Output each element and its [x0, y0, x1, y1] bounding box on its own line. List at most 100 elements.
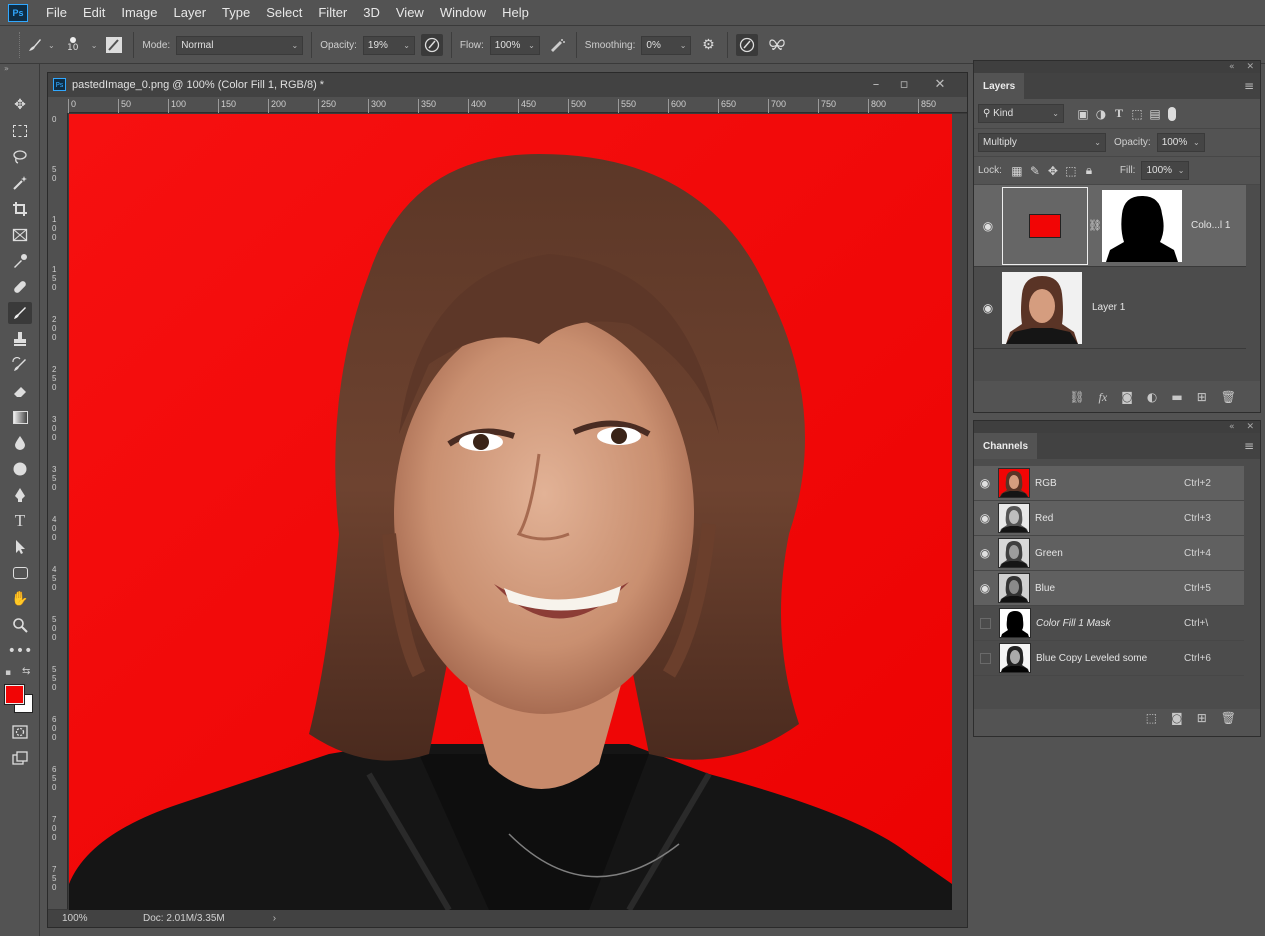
eye-icon[interactable]: ◉	[974, 581, 996, 595]
new-group-folder-icon[interactable]: ▬	[1171, 390, 1182, 404]
menu-edit[interactable]: Edit	[75, 5, 113, 20]
lock-position-icon[interactable]: ✥	[1044, 162, 1062, 180]
new-channel-icon[interactable]: ⊞	[1197, 711, 1207, 725]
dodge-tool-icon[interactable]	[8, 458, 32, 480]
hand-tool-icon[interactable]: ✋	[8, 588, 32, 610]
mode-select[interactable]: Normal ⌄	[176, 35, 304, 55]
panel-menu-icon[interactable]: ≡	[1244, 439, 1254, 453]
layer-opacity-field[interactable]: 100% ⌄	[1156, 133, 1205, 152]
filter-pixel-icon[interactable]: ▣	[1074, 105, 1092, 123]
filter-smart-object-icon[interactable]: ▤	[1146, 105, 1164, 123]
brush-tool-icon[interactable]	[8, 302, 32, 324]
layer-name[interactable]: Layer 1	[1092, 302, 1125, 313]
minimize-icon[interactable]: –	[866, 75, 886, 93]
visibility-checkbox[interactable]	[980, 617, 991, 629]
layer-thumbnail[interactable]	[1002, 271, 1082, 344]
menu-image[interactable]: Image	[113, 5, 165, 20]
trash-icon[interactable]: 🗑︎	[1221, 711, 1236, 725]
menu-layer[interactable]: Layer	[166, 5, 215, 20]
eye-icon[interactable]: ◉	[974, 511, 996, 525]
screen-mode-icon[interactable]	[8, 747, 32, 769]
layer-name[interactable]: Colo...l 1	[1191, 220, 1230, 231]
default-colors-icon[interactable]: ▪	[5, 668, 11, 678]
brush-size-picker[interactable]: 10	[63, 37, 83, 53]
image-canvas[interactable]	[69, 114, 952, 910]
menu-window[interactable]: Window	[432, 5, 494, 20]
flow-field[interactable]: 100% ⌄	[489, 35, 540, 55]
history-brush-tool-icon[interactable]	[8, 354, 32, 376]
channel-row-red[interactable]: ◉ Red Ctrl+3	[974, 501, 1244, 536]
type-tool-icon[interactable]: T	[8, 510, 32, 532]
fill-field[interactable]: 100% ⌄	[1141, 161, 1190, 180]
panel-menu-icon[interactable]: ≡	[1244, 79, 1254, 93]
link-icon[interactable]: ⛓	[1088, 219, 1102, 232]
channel-row-blue[interactable]: ◉ Blue Ctrl+5	[974, 571, 1244, 606]
clone-stamp-tool-icon[interactable]	[8, 328, 32, 350]
maximize-icon[interactable]: ▫	[894, 75, 914, 93]
pen-tool-icon[interactable]	[8, 484, 32, 506]
close-icon[interactable]: ✕	[1246, 62, 1254, 72]
close-icon[interactable]: ✕	[1246, 422, 1254, 432]
eye-icon[interactable]: ◉	[974, 546, 996, 560]
symmetry-butterfly-icon[interactable]	[766, 34, 788, 56]
menu-select[interactable]: Select	[258, 5, 310, 20]
menu-filter[interactable]: Filter	[310, 5, 355, 20]
ruler-origin[interactable]	[48, 97, 68, 113]
filter-kind-select[interactable]: ⚲ Kind ⌄	[978, 104, 1064, 123]
collapse-icon[interactable]: «	[1229, 422, 1235, 432]
marquee-tool-icon[interactable]	[8, 120, 32, 142]
tab-channels[interactable]: Channels	[974, 433, 1038, 459]
smoothing-field[interactable]: 0% ⌄	[641, 35, 692, 55]
zoom-level[interactable]: 100%	[48, 913, 103, 924]
eye-icon[interactable]: ◉	[974, 219, 1002, 233]
channel-row-rgb[interactable]: ◉ RGB Ctrl+2	[974, 466, 1244, 501]
channel-row-blue-copy[interactable]: Blue Copy Leveled some Ctrl+6	[974, 641, 1244, 676]
channel-row-color-fill-mask[interactable]: Color Fill 1 Mask Ctrl+\	[974, 606, 1244, 641]
gradient-tool-icon[interactable]	[8, 406, 32, 428]
lock-image-icon[interactable]: ✎	[1026, 162, 1044, 180]
tab-layers[interactable]: Layers	[974, 73, 1025, 99]
path-selection-tool-icon[interactable]	[8, 536, 32, 558]
filter-toggle[interactable]	[1168, 106, 1176, 121]
layer-row-layer-1[interactable]: ◉ Layer 1	[974, 267, 1246, 349]
quick-mask-icon[interactable]	[8, 721, 32, 743]
gear-icon[interactable]: ⚙	[697, 34, 719, 56]
visibility-checkbox[interactable]	[980, 652, 991, 664]
lock-transparent-icon[interactable]: ▦	[1008, 162, 1026, 180]
link-layers-icon[interactable]: ⛓	[1069, 390, 1084, 404]
zoom-tool-icon[interactable]	[8, 614, 32, 636]
frame-tool-icon[interactable]	[8, 224, 32, 246]
brush-settings-panel-icon[interactable]	[103, 34, 125, 56]
chevron-down-icon[interactable]: ⌄	[48, 41, 55, 50]
menu-help[interactable]: Help	[494, 5, 537, 20]
eye-icon[interactable]: ◉	[974, 476, 996, 490]
fill-layer-thumbnail[interactable]	[1002, 186, 1088, 265]
brush-preset-icon[interactable]	[24, 34, 46, 56]
load-selection-icon[interactable]: ⬚	[1146, 711, 1157, 725]
lasso-tool-icon[interactable]	[8, 146, 32, 168]
layer-row-color-fill[interactable]: ◉ ⛓ Colo...l 1	[974, 185, 1246, 267]
lock-all-icon[interactable]: 🔒︎	[1080, 162, 1098, 180]
swap-colors-icon[interactable]: ⇆	[22, 666, 30, 677]
menu-3d[interactable]: 3D	[355, 5, 388, 20]
panel-collapse-bar[interactable]: «✕	[974, 61, 1260, 73]
vertical-scrollbar[interactable]	[952, 114, 967, 910]
move-tool-icon[interactable]: ✥	[8, 94, 32, 116]
vertical-ruler[interactable]: 0 50 100 150 200 250 300 350 400 450 500 550 600 650 7…	[48, 113, 68, 909]
menu-view[interactable]: View	[388, 5, 432, 20]
trash-icon[interactable]: 🗑︎	[1221, 390, 1236, 404]
lock-artboard-icon[interactable]: ⬚	[1062, 162, 1080, 180]
channel-row-green[interactable]: ◉ Green Ctrl+4	[974, 536, 1244, 571]
layer-style-fx-icon[interactable]: fx	[1099, 390, 1108, 405]
menu-file[interactable]: File	[38, 5, 75, 20]
chevron-down-icon[interactable]: ⌄	[91, 41, 98, 50]
menu-type[interactable]: Type	[214, 5, 258, 20]
chevron-right-icon[interactable]: ›	[273, 913, 276, 924]
opacity-field[interactable]: 19% ⌄	[362, 35, 415, 55]
airbrush-icon[interactable]	[546, 34, 568, 56]
layer-mask-thumbnail[interactable]	[1102, 189, 1182, 262]
eye-icon[interactable]: ◉	[974, 301, 1002, 315]
save-selection-icon[interactable]: ◙	[1171, 711, 1183, 725]
pressure-opacity-icon[interactable]	[420, 34, 443, 56]
panel-collapse-bar[interactable]: «✕	[974, 421, 1260, 433]
